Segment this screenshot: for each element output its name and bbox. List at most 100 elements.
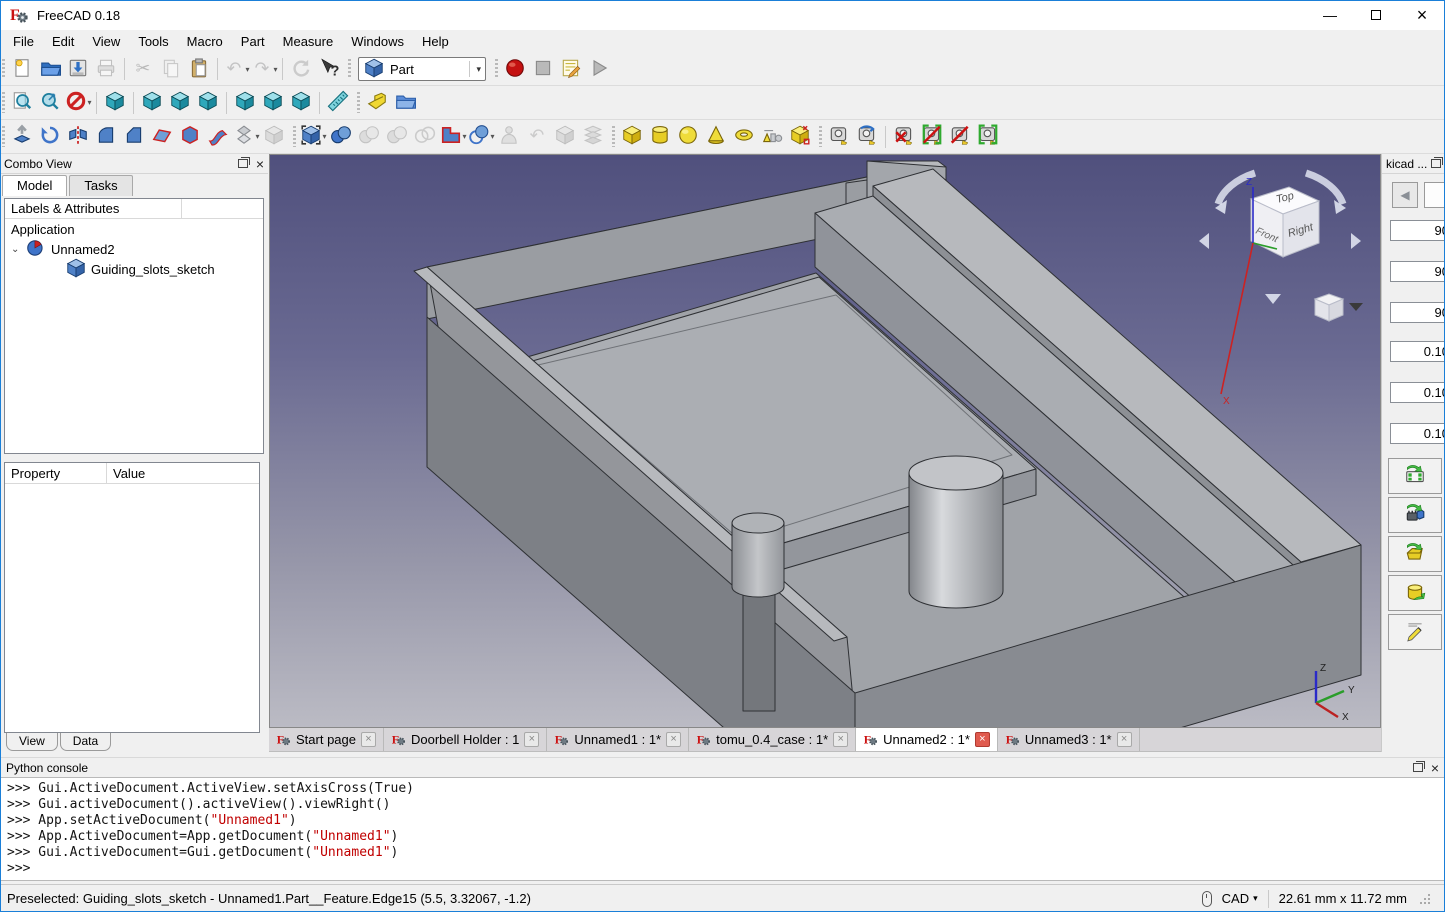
python-console[interactable]: >>> Gui.ActiveDocument.ActiveView.setAxi… (0, 777, 1445, 881)
cross-sections-button[interactable] (579, 123, 607, 151)
new-document-button[interactable] (8, 55, 36, 83)
close-panel-icon[interactable]: × (1431, 763, 1439, 773)
join-features-button[interactable]: ▾ (439, 123, 467, 151)
sweep-button[interactable] (204, 123, 232, 151)
menu-item-tools[interactable]: Tools (129, 31, 177, 52)
measure-toggle-delta-button[interactable] (974, 123, 1002, 151)
macro-record-button[interactable] (501, 55, 529, 83)
tab-close-icon[interactable]: × (524, 732, 539, 747)
kicad-rotation-x-field[interactable] (1390, 220, 1445, 241)
measure-toggle-all-button[interactable] (918, 123, 946, 151)
tab-close-icon[interactable]: × (666, 732, 681, 747)
make-face-button[interactable] (148, 123, 176, 151)
measure-toggle-3d-button[interactable] (946, 123, 974, 151)
fit-all-button[interactable] (8, 89, 36, 117)
tab-close-icon[interactable]: × (1117, 732, 1132, 747)
measure-angular-button[interactable] (853, 123, 881, 151)
minimize-button[interactable]: — (1307, 0, 1353, 30)
primitive-cone-button[interactable] (702, 123, 730, 151)
kicad-offset-z-field[interactable] (1390, 423, 1445, 444)
menu-item-macro[interactable]: Macro (178, 31, 232, 52)
defeaturing-button[interactable]: ↶ (523, 123, 551, 151)
resize-grip[interactable] (1419, 893, 1431, 905)
kicad-rotation-z-field[interactable] (1390, 302, 1445, 323)
kicad-export-model-button[interactable] (1388, 497, 1442, 533)
float-panel-icon[interactable] (1413, 763, 1423, 772)
thickness-button[interactable] (260, 123, 288, 151)
doc-tab-unnamed3[interactable]: F Unnamed3 : 1* × (998, 728, 1140, 751)
property-editor[interactable]: Property Value (4, 462, 260, 733)
redo-button[interactable]: ↷▾ (250, 55, 278, 83)
kicad-back-button[interactable]: ◀ (1392, 182, 1418, 208)
maximize-button[interactable] (1353, 0, 1399, 30)
print-button[interactable] (92, 55, 120, 83)
view-rear-button[interactable] (231, 89, 259, 117)
mirror-button[interactable] (64, 123, 92, 151)
tab-close-icon[interactable]: × (833, 732, 848, 747)
cut-button[interactable]: ✂ (129, 55, 157, 83)
menu-item-windows[interactable]: Windows (342, 31, 413, 52)
whats-this-button[interactable]: ? (315, 55, 343, 83)
float-panel-icon[interactable] (1431, 159, 1441, 168)
doc-tab-tomu-case[interactable]: F tomu_0.4_case : 1* × (689, 728, 856, 751)
view-bottom-button[interactable] (259, 89, 287, 117)
boolean-cut-button[interactable] (355, 123, 383, 151)
doc-tab-start-page[interactable]: F Start page × (269, 728, 384, 751)
measure-distance-button[interactable] (324, 89, 352, 117)
boolean-operation-button[interactable] (327, 123, 355, 151)
item-0[interactable]: Model (2, 175, 67, 196)
menu-item-file[interactable]: File (4, 31, 43, 52)
primitive-box-button[interactable] (618, 123, 646, 151)
measure-clear-all-button[interactable] (890, 123, 918, 151)
primitive-cylinder-button[interactable] (646, 123, 674, 151)
view-right-button[interactable] (194, 89, 222, 117)
extrude-button[interactable] (8, 123, 36, 151)
stepup-part-button[interactable] (363, 89, 391, 117)
macro-stop-button[interactable] (529, 55, 557, 83)
3d-viewport[interactable]: Top Front Right Z X Z (269, 154, 1381, 728)
kicad-rotation-y-field[interactable] (1390, 261, 1445, 282)
fillet-button[interactable] (92, 123, 120, 151)
view-axonometric-button[interactable] (101, 89, 129, 117)
boolean-union-button[interactable] (383, 123, 411, 151)
kicad-export-step-button[interactable] (1388, 536, 1442, 572)
menu-item-part[interactable]: Part (232, 31, 274, 52)
measure-linear-button[interactable] (825, 123, 853, 151)
shape-builder-button[interactable] (786, 123, 814, 151)
view-left-button[interactable] (287, 89, 315, 117)
workbench-selector[interactable]: Part ▾ (358, 57, 486, 81)
tree-item-unnamed2[interactable]: ⌄ Unnamed2 (5, 239, 263, 259)
macro-execute-button[interactable] (585, 55, 613, 83)
save-document-button[interactable] (64, 55, 92, 83)
open-document-button[interactable] (36, 55, 64, 83)
item-1[interactable]: Data (60, 733, 111, 751)
primitive-torus-button[interactable] (730, 123, 758, 151)
copy-button[interactable] (157, 55, 185, 83)
navigation-cube[interactable]: Top Front Right Z X (1193, 159, 1368, 409)
stepup-folder-button[interactable] (391, 89, 419, 117)
primitive-sphere-button[interactable] (674, 123, 702, 151)
item-1[interactable]: Tasks (69, 175, 132, 196)
boolean-intersection-button[interactable] (411, 123, 439, 151)
menu-item-edit[interactable]: Edit (43, 31, 83, 52)
split-features-button[interactable]: ▾ (467, 123, 495, 151)
fit-selection-button[interactable] (36, 89, 64, 117)
ruled-surface-button[interactable] (176, 123, 204, 151)
item-0[interactable]: View (6, 733, 58, 751)
kicad-offset-y-field[interactable] (1390, 382, 1445, 403)
kicad-load-board-button[interactable] (1388, 458, 1442, 494)
menu-item-help[interactable]: Help (413, 31, 458, 52)
navigation-style-dropdown[interactable]: CAD ▾ (1222, 891, 1258, 906)
menu-item-view[interactable]: View (83, 31, 129, 52)
model-tree[interactable]: Labels & Attributes Application ⌄ Unname… (4, 198, 264, 454)
doc-tab-unnamed2[interactable]: F Unnamed2 : 1* × (856, 728, 998, 751)
kicad-offset-x-field[interactable] (1390, 341, 1445, 362)
menu-item-measure[interactable]: Measure (274, 31, 343, 52)
expander-icon[interactable]: ⌄ (11, 244, 21, 255)
close-button[interactable]: × (1399, 0, 1445, 30)
draw-style-button[interactable]: ▾ (64, 89, 92, 117)
kicad-save-db-button[interactable] (1388, 575, 1442, 611)
tree-item-guiding-slots-sketch[interactable]: Guiding_slots_sketch (5, 259, 263, 279)
kicad-page-button[interactable] (1424, 182, 1445, 208)
refresh-button[interactable] (287, 55, 315, 83)
